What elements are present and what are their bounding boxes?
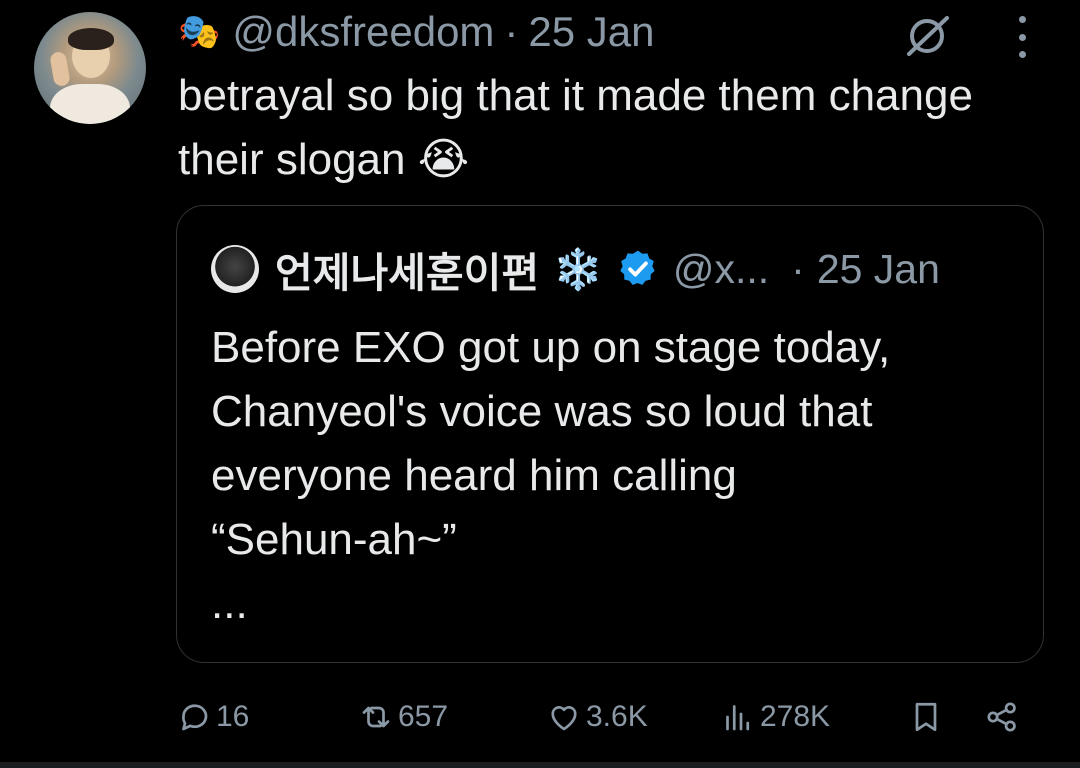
snowflake-emoji: ❄️: [553, 247, 603, 292]
repost-count: 657: [398, 700, 449, 733]
share-button[interactable]: [984, 692, 1024, 742]
bookmark-button[interactable]: [908, 692, 948, 742]
quote-text: Before EXO got up on stage today, Chanye…: [211, 323, 891, 628]
verified-icon: [620, 250, 655, 285]
quote-author-name[interactable]: 언제나세훈이편: [275, 239, 539, 299]
repost-icon: [362, 706, 390, 728]
tweet-header: 🎭 @dksfreedom · 25 Jan: [178, 8, 655, 56]
tweet-text: betrayal so big that it made them change…: [178, 71, 973, 184]
quote-handle[interactable]: @x...: [673, 246, 769, 293]
like-count: 3.6K: [586, 700, 648, 733]
reply-button[interactable]: 16: [176, 692, 249, 742]
divider: [0, 762, 1080, 768]
more-icon[interactable]: [1012, 16, 1032, 58]
views-icon: [726, 705, 750, 731]
grok-icon[interactable]: [903, 14, 953, 56]
quote-header: 언제나세훈이편 ❄️ @x... · 25 Jan: [211, 244, 940, 296]
quote-date-separator: ·: [791, 245, 805, 292]
like-button[interactable]: 3.6K: [546, 692, 648, 742]
author-handle[interactable]: @dksfreedom: [232, 8, 494, 56]
quote-date[interactable]: 25 Jan: [817, 246, 940, 293]
views-count: 278K: [760, 700, 831, 733]
views-button[interactable]: 278K: [720, 692, 830, 742]
reply-icon: [182, 704, 208, 731]
like-icon: [551, 706, 577, 731]
tweet-date[interactable]: 25 Jan: [528, 8, 654, 56]
repost-button[interactable]: 657: [358, 692, 448, 742]
quote-avatar[interactable]: [211, 245, 259, 293]
reply-count: 16: [216, 700, 250, 733]
quoted-tweet[interactable]: 언제나세훈이편 ❄️ @x... · 25 Jan Before EXO got…: [176, 205, 1044, 663]
bookmark-icon: [915, 702, 937, 732]
author-avatar[interactable]: [34, 12, 146, 124]
author-emoji: 🎭: [178, 13, 221, 51]
share-icon: [987, 702, 1016, 732]
action-bar: 16 657 3.6K 278K: [176, 692, 1036, 742]
header-separator: ·: [504, 8, 519, 55]
